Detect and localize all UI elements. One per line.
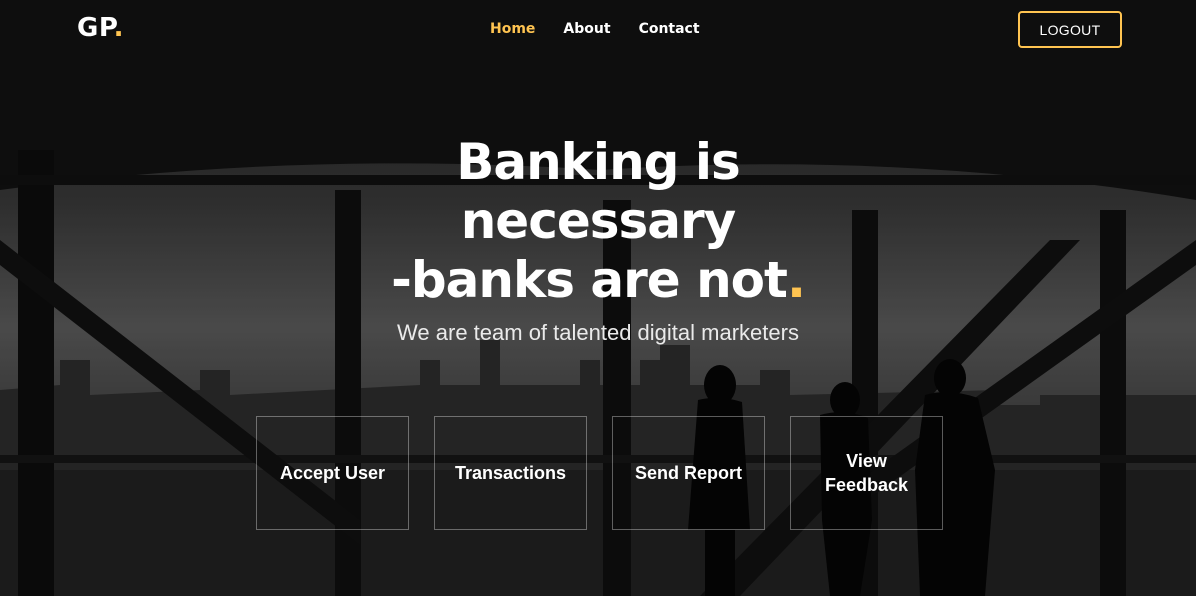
accept-user-button[interactable]: Accept User (256, 416, 409, 530)
hero-title-line-2: necessary (460, 192, 737, 250)
send-report-label: Send Report (634, 463, 742, 483)
brand-name: GP (77, 13, 114, 43)
nav-about-link[interactable]: About (563, 21, 610, 37)
hero-title-line-3-text: -banks are not (391, 251, 788, 309)
main-nav: Home About Contact (490, 21, 700, 37)
logout-button[interactable]: LOGOUT (1018, 11, 1122, 48)
transactions-label: Transactions (454, 463, 567, 483)
nav-home-link[interactable]: Home (490, 21, 535, 37)
transactions-button[interactable]: Transactions (434, 416, 587, 530)
brand-logo[interactable]: GP. (77, 13, 124, 43)
brand-dot: . (113, 13, 125, 43)
hero-title-line-1: Banking is (456, 133, 741, 191)
nav-contact-link[interactable]: Contact (639, 21, 700, 37)
accept-user-label: Accept User (279, 463, 386, 483)
hero-tagline: We are team of talented digital marketer… (397, 320, 799, 345)
view-feedback-label-line-2: Feedback (824, 475, 909, 495)
hero-title-accent-dot: . (786, 251, 806, 309)
view-feedback-label-line-1: View (846, 451, 887, 471)
site-header: GP. Home About Contact LOGOUT (0, 0, 1196, 60)
send-report-button[interactable]: Send Report (612, 416, 765, 530)
view-feedback-label: View Feedback (825, 449, 908, 497)
hero-title-line-3: -banks are not. (0, 251, 1196, 310)
view-feedback-button[interactable]: View Feedback (790, 416, 943, 530)
